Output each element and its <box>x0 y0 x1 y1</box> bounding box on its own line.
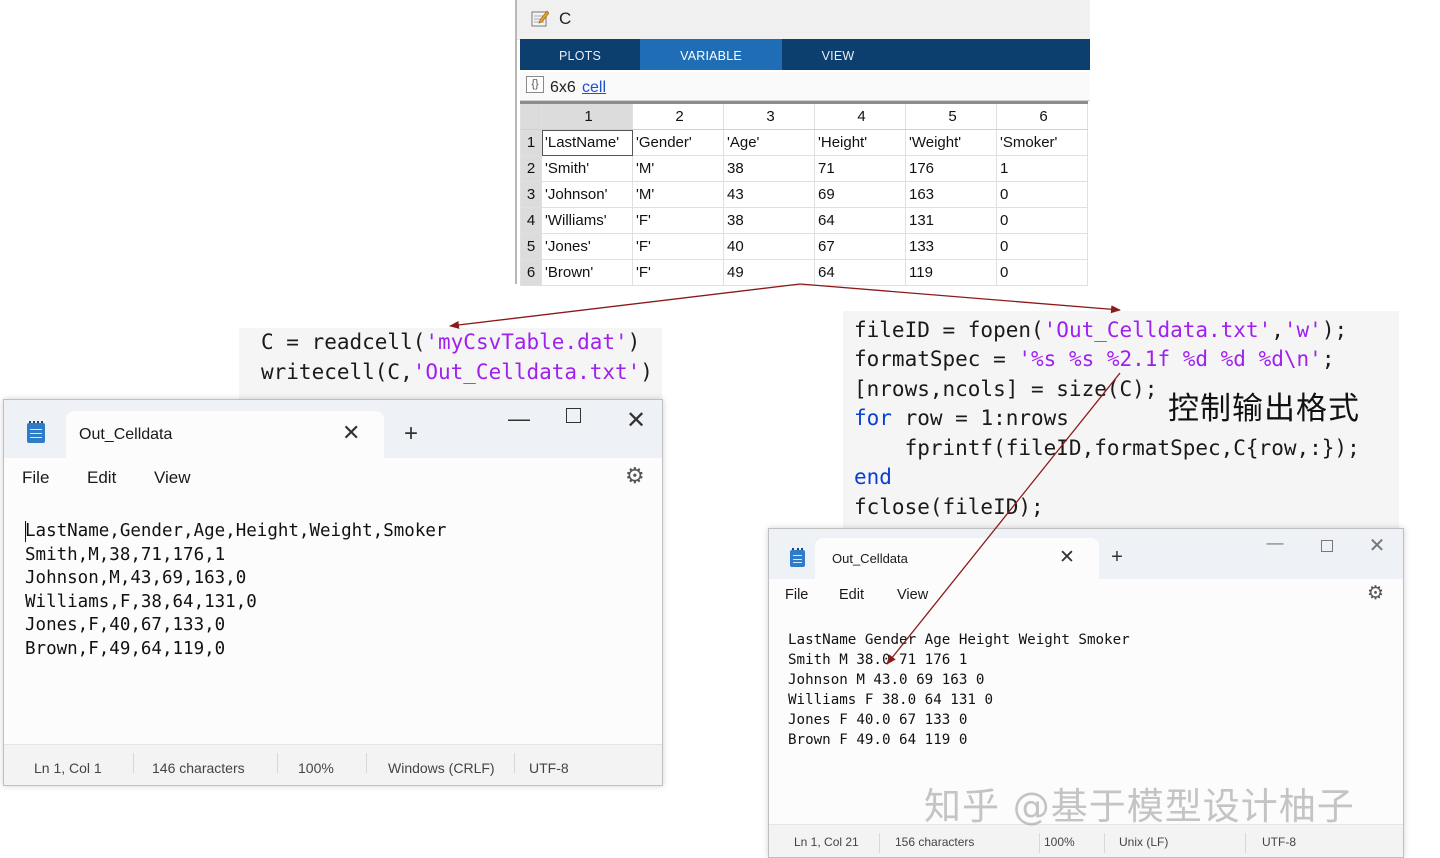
arrow-to-formatted-value <box>886 372 1121 665</box>
watermark: 知乎 @基于模型设计柚子 <box>924 785 1355 828</box>
arrow-to-fopen <box>799 283 1121 314</box>
arrow-to-readcell <box>449 283 801 329</box>
flow-arrows <box>449 283 1121 665</box>
